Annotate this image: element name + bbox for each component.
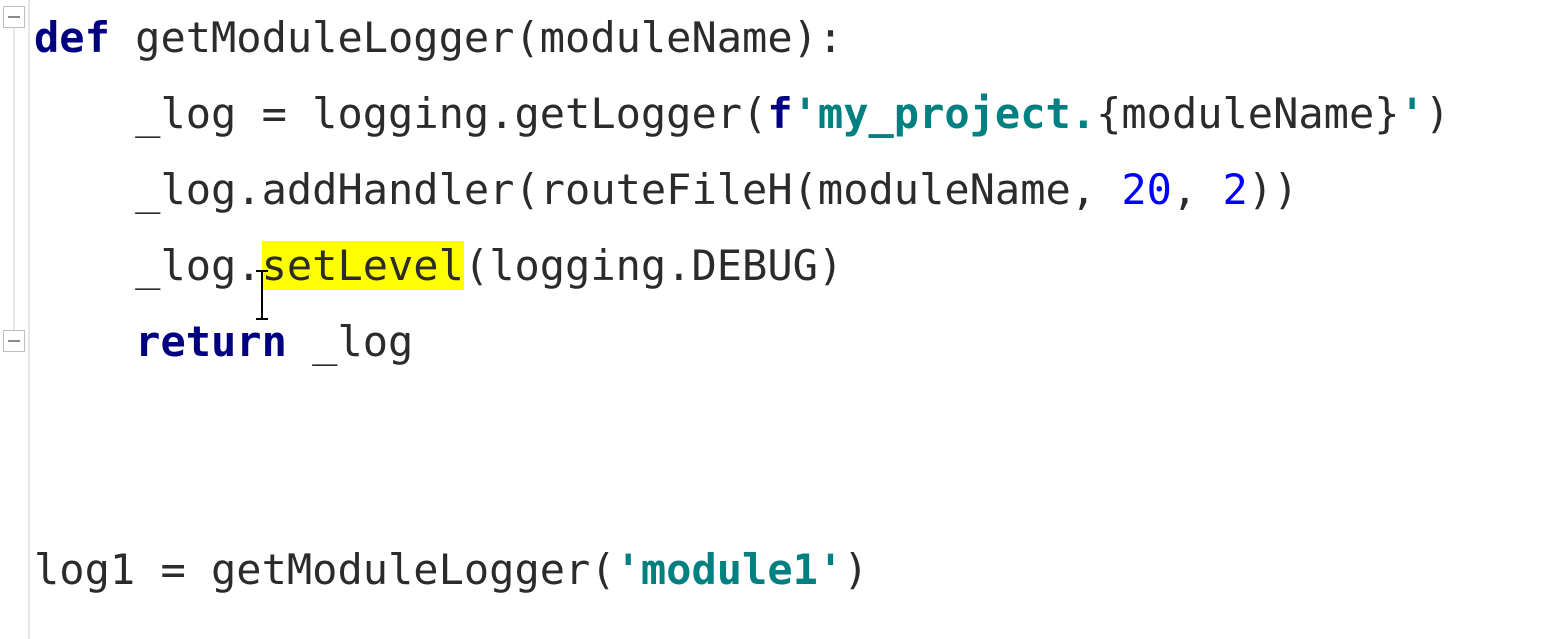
indent [34, 228, 135, 304]
code-token-ident: _log [135, 89, 261, 138]
code-line[interactable]: _log = logging.getLogger(f'my_project.{m… [34, 76, 1544, 152]
fold-gutter [0, 0, 30, 639]
code-token-keyword: return [135, 317, 312, 366]
code-token-punct: = [262, 89, 313, 138]
code-token-punct: ( [590, 545, 615, 594]
code-token-punct: ) [843, 545, 868, 594]
code-token-punct: , [1071, 165, 1122, 214]
fold-marker-2[interactable] [3, 330, 25, 352]
code-token-ident: routeFileH [540, 165, 793, 214]
code-token-punct: , [1172, 165, 1223, 214]
code-token-str: 'my_project. [793, 89, 1096, 138]
code-token-punct: ) [1425, 89, 1450, 138]
code-token-punct: ( [793, 165, 818, 214]
code-token-punct: )) [1248, 165, 1299, 214]
indent [34, 152, 135, 228]
code-line[interactable]: _log.addHandler(routeFileH(moduleName, 2… [34, 152, 1544, 228]
code-line[interactable] [34, 380, 1544, 456]
code-token-ident: _log [312, 317, 413, 366]
code-token-fn: getModuleLogger [135, 13, 514, 62]
indent [34, 76, 135, 152]
code-token-ident: log1 [34, 545, 160, 594]
code-token-ident: logging.DEBUG [489, 241, 818, 290]
code-token-ident: moduleName [540, 13, 793, 62]
code-token-punct: ) [818, 241, 843, 290]
code-token-num: 2 [1223, 165, 1248, 214]
code-token-punct: ( [464, 241, 489, 290]
code-token-punct: ( [514, 165, 539, 214]
code-token-str: 'module1' [616, 545, 844, 594]
code-token-ident: logging.getLogger [312, 89, 742, 138]
code-token-ident: moduleName [818, 165, 1071, 214]
code-token-punct: ( [742, 89, 767, 138]
code-token-fprefix: f [767, 89, 792, 138]
code-token-ident: getModuleLogger [211, 545, 590, 594]
code-token-num: 20 [1121, 165, 1172, 214]
code-line[interactable]: def getModuleLogger(moduleName): [34, 0, 1544, 76]
fold-marker-1[interactable] [3, 6, 25, 28]
code-editor-viewport[interactable]: def getModuleLogger(moduleName): _log = … [0, 0, 1544, 639]
code-token-keyword: def [34, 13, 135, 62]
code-token-ident: moduleName [1121, 89, 1374, 138]
code-token-ident: _log. [135, 241, 261, 290]
code-token-punct: = [160, 545, 211, 594]
code-text-area[interactable]: def getModuleLogger(moduleName): _log = … [30, 0, 1544, 639]
code-token-ident: _log.addHandler [135, 165, 514, 214]
code-token-punct: { [1096, 89, 1121, 138]
indent [34, 304, 135, 380]
code-token-str: ' [1400, 89, 1425, 138]
code-token-punct: ( [514, 13, 539, 62]
code-line[interactable]: log1 = getModuleLogger('module1') [34, 532, 1544, 608]
fold-guide-line [13, 28, 15, 330]
code-token-punct: ): [793, 13, 844, 62]
code-line[interactable] [34, 456, 1544, 532]
code-line[interactable]: _log.setLevel(logging.DEBUG) [34, 228, 1544, 304]
code-token-ident: setLevel [262, 241, 464, 290]
code-token-punct: } [1374, 89, 1399, 138]
